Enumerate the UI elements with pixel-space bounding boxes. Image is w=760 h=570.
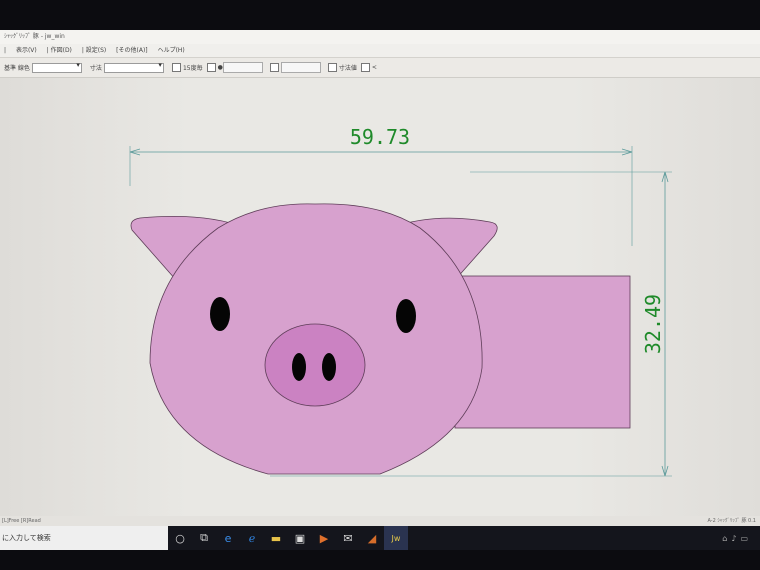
window-title-bar: ｼｬｯｸﾞﾘｯﾌﾟ 豚 - jw_win	[0, 30, 760, 44]
pig-right-nostril	[322, 353, 336, 381]
linetype-dropdown[interactable]	[31, 61, 82, 73]
menu-item-help[interactable]: ヘルプ(H)	[158, 47, 185, 54]
jww-icon[interactable]: Jw	[384, 526, 408, 550]
control-bar: 基準 線色 寸法 15度毎 ● 寸法値 <	[0, 58, 760, 78]
taskbar-search-box[interactable]: に入力して検索	[0, 526, 168, 550]
menu-item-separator: |	[4, 47, 7, 54]
drawing-canvas[interactable]: 59.73 32.49	[0, 78, 760, 516]
dim-value-label: 寸法値	[338, 65, 357, 72]
battery-icon[interactable]: ▭	[740, 534, 752, 543]
range-checkbox[interactable]	[269, 63, 279, 72]
angle-snap-label: 15度毎	[182, 65, 203, 72]
menu-item-settings[interactable]: | 設定(S)	[82, 47, 106, 54]
range-field[interactable]	[280, 62, 321, 73]
angle-snap-checkbox[interactable]	[171, 63, 181, 72]
system-tray: ⌂♪▭	[722, 534, 760, 543]
toolbar-label-linetype: 基準 線色	[4, 65, 30, 72]
height-dimension-value: 32.49	[641, 294, 665, 354]
arrow-label: <	[371, 64, 377, 71]
value-field[interactable]	[222, 62, 263, 73]
monitor-screen: ｼｬｯｸﾞﾘｯﾌﾟ 豚 - jw_win | 表示(V) | 作図(D) | 設…	[0, 30, 760, 550]
window-title: ｼｬｯｸﾞﾘｯﾌﾟ 豚 - jw_win	[4, 33, 65, 40]
pig-left-nostril	[292, 353, 306, 381]
menu-bar: | 表示(V) | 作図(D) | 設定(S) [その他(A)] ヘルプ(H)	[0, 44, 760, 58]
status-left-text: [L]Free [R]Read	[2, 518, 41, 524]
arrow-checkbox[interactable]	[360, 63, 370, 72]
media-icon[interactable]: ▶	[312, 526, 336, 550]
file-explorer-icon[interactable]: ▬	[264, 526, 288, 550]
mail-icon[interactable]: ✉	[336, 526, 360, 550]
pig-left-eye	[210, 297, 230, 331]
width-dimension-value: 59.73	[350, 125, 410, 149]
pig-snout	[264, 323, 366, 407]
dimension-dropdown[interactable]	[103, 61, 164, 73]
drawing-svg: 59.73 32.49	[129, 125, 672, 477]
dim-value-checkbox[interactable]	[327, 63, 337, 72]
store-icon[interactable]: ▣	[288, 526, 312, 550]
network-icon[interactable]: ⌂	[722, 534, 731, 543]
menu-item-view[interactable]: 表示(V)	[16, 47, 37, 54]
toolbar-label-dimension: 寸法	[89, 65, 102, 72]
menu-item-other[interactable]: [その他(A)]	[116, 47, 147, 54]
search-placeholder: に入力して検索	[2, 534, 51, 542]
app-icon[interactable]: ◢	[360, 526, 384, 550]
windows-taskbar: に入力して検索 ○ ⧉ e ℯ ▬ ▣ ▶ ✉ ◢ Jw ⌂♪▭	[0, 526, 760, 550]
status-right-text: A-2 ｼｬｯｸﾞﾘｯﾌﾟ 豚 0.1	[707, 518, 756, 524]
edge-icon[interactable]: e	[216, 526, 240, 550]
pig-right-eye	[396, 299, 416, 333]
menu-item-draw[interactable]: | 作図(D)	[47, 47, 72, 54]
option-checkbox[interactable]	[206, 63, 216, 72]
task-view-icon[interactable]: ⧉	[192, 526, 216, 550]
cortana-circle-icon[interactable]: ○	[168, 526, 192, 550]
status-bar: [L]Free [R]Read A-2 ｼｬｯｸﾞﾘｯﾌﾟ 豚 0.1	[0, 516, 760, 526]
ie-icon[interactable]: ℯ	[240, 526, 264, 550]
